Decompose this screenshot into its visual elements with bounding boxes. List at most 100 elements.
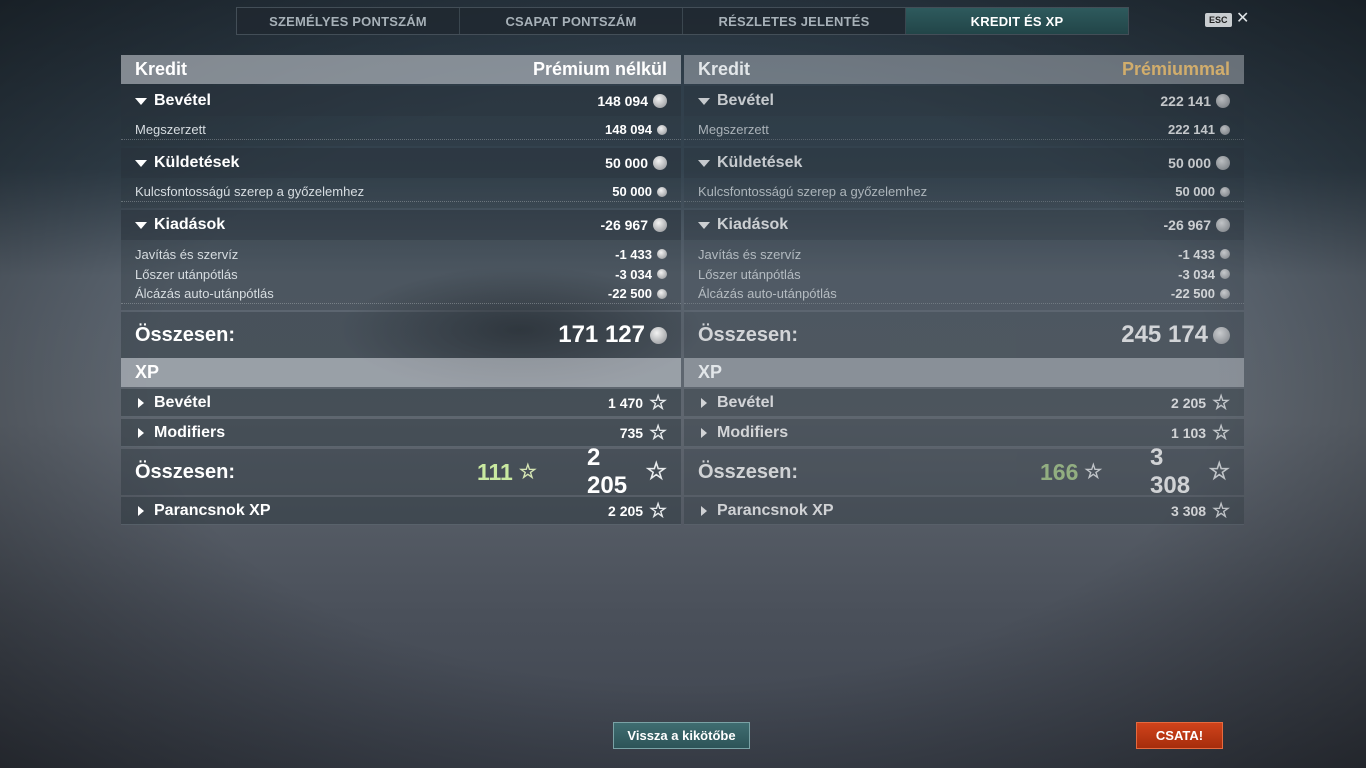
free-xp-value: 111 (477, 458, 513, 485)
section-value: -26 967 (600, 217, 648, 233)
section-expenses[interactable]: Kiadások -26 967 (121, 210, 681, 240)
xp-total: Összesen: 166 ☆ 3 308 ☆ (684, 444, 1244, 499)
section-value: 148 094 (597, 93, 648, 109)
list-item: Álcázás auto-utánpótlás -22 500 (684, 284, 1244, 304)
credit-coin-icon (657, 249, 667, 259)
commander-xp-row[interactable]: Parancsnok XP 3 308 ☆ (684, 497, 1244, 525)
list-item: Javítás és szervíz -1 433 (121, 244, 681, 264)
collapse-arrow-icon (698, 159, 710, 167)
credit-header: Kredit Prémiummal (684, 55, 1244, 84)
panel-without-premium: Kredit Prémium nélkül Bevétel 148 094 Me… (121, 55, 681, 525)
credit-coin-icon (1220, 288, 1230, 299)
list-item: Kulcsfontosságú szerep a győzelemhez 50 … (121, 182, 681, 202)
xp-modifiers-row[interactable]: Modifiers 735 ☆ (121, 419, 681, 447)
credit-coin-icon (1220, 269, 1230, 279)
credit-total: Összesen: 171 127 (121, 312, 681, 358)
tab-team-score[interactable]: CSAPAT PONTSZÁM (460, 8, 683, 34)
section-value: 222 141 (1160, 93, 1211, 109)
expand-arrow-icon (138, 427, 144, 438)
xp-total: Összesen: 111 ☆ 2 205 ☆ (121, 444, 681, 499)
xp-star-icon: ☆ (645, 458, 667, 485)
xp-value: 2 205 (1171, 394, 1207, 411)
list-item: Megszerzett 148 094 (121, 120, 681, 140)
xp-star-icon: ☆ (1212, 499, 1230, 522)
section-missions[interactable]: Küldetések 50 000 (684, 148, 1244, 178)
section-expenses[interactable]: Kiadások -26 967 (684, 210, 1244, 240)
credit-coin-icon (653, 94, 667, 108)
xp-value: 1 470 (608, 394, 644, 411)
xp-value: 1 103 (1171, 424, 1207, 441)
item-value: 50 000 (612, 184, 652, 199)
free-xp-value: 166 (1040, 458, 1079, 485)
expand-arrow-icon (701, 427, 707, 438)
xp-income-row[interactable]: Bevétel 1 470 ☆ (121, 389, 681, 417)
close-icon[interactable]: ✕ (1236, 9, 1249, 29)
esc-key-hint: ESC (1205, 13, 1232, 27)
xp-label: Modifiers (717, 423, 789, 441)
credit-total: Összesen: 245 174 (684, 312, 1244, 358)
xp-label: Parancsnok XP (154, 501, 271, 519)
free-xp-star-icon: ☆ (518, 461, 537, 483)
credit-coin-icon (653, 156, 667, 170)
back-to-port-button[interactable]: Vissza a kikötőbe (613, 722, 750, 749)
xp-total-value: 2 205 (587, 444, 628, 499)
collapse-arrow-icon (698, 221, 710, 229)
xp-star-icon: ☆ (1212, 391, 1230, 414)
section-income[interactable]: Bevétel 222 141 (684, 86, 1244, 116)
section-label: Bevétel (717, 92, 774, 109)
item-value: -3 034 (1178, 266, 1215, 282)
xp-header: XP (684, 358, 1244, 387)
item-value: 50 000 (1175, 184, 1215, 199)
xp-income-row[interactable]: Bevétel 2 205 ☆ (684, 389, 1244, 417)
credit-coin-icon (1216, 94, 1230, 108)
credit-coin-icon (657, 124, 667, 135)
total-label: Összesen: (698, 323, 799, 346)
xp-star-icon: ☆ (649, 499, 667, 522)
collapse-arrow-icon (135, 221, 147, 229)
free-xp-star-icon: ☆ (1084, 461, 1103, 483)
item-value: -3 034 (615, 266, 652, 282)
xp-header: XP (121, 358, 681, 387)
xp-modifiers-row[interactable]: Modifiers 1 103 ☆ (684, 419, 1244, 447)
xp-total-label: Összesen: (135, 460, 236, 483)
credit-coin-icon (1213, 326, 1230, 344)
total-label: Összesen: (135, 323, 236, 346)
list-item: Lőszer utánpótlás -3 034 (684, 264, 1244, 284)
item-label: Lőszer utánpótlás (698, 266, 801, 282)
tab-detailed-report[interactable]: RÉSZLETES JELENTÉS (683, 8, 906, 34)
xp-total-label: Összesen: (698, 460, 799, 483)
item-label: Kulcsfontosságú szerep a győzelemhez (698, 184, 928, 199)
xp-label: Bevétel (717, 393, 774, 411)
item-value: 148 094 (605, 122, 652, 137)
list-item: Kulcsfontosságú szerep a győzelemhez 50 … (684, 182, 1244, 202)
section-label: Küldetések (717, 154, 803, 171)
tab-personal-score[interactable]: SZEMÉLYES PONTSZÁM (237, 8, 460, 34)
xp-value: 735 (619, 424, 644, 441)
item-label: Kulcsfontosságú szerep a győzelemhez (135, 184, 365, 199)
credit-coin-icon (657, 288, 667, 299)
xp-value: 3 308 (1171, 502, 1207, 519)
expand-arrow-icon (701, 505, 707, 516)
xp-star-icon: ☆ (1208, 458, 1230, 485)
item-value: 222 141 (1168, 122, 1215, 137)
section-income[interactable]: Bevétel 148 094 (121, 86, 681, 116)
section-value: -26 967 (1163, 217, 1211, 233)
tab-credits-xp[interactable]: KREDIT ÉS XP (906, 8, 1128, 34)
section-label: Kiadások (717, 216, 789, 233)
item-value: -1 433 (615, 246, 652, 262)
section-value: 50 000 (1168, 155, 1211, 171)
xp-value: 2 205 (608, 502, 644, 519)
credit-coin-icon (657, 269, 667, 279)
xp-label: Parancsnok XP (717, 501, 834, 519)
item-label: Javítás és szervíz (135, 246, 239, 262)
expand-arrow-icon (138, 397, 144, 408)
commander-xp-row[interactable]: Parancsnok XP 2 205 ☆ (121, 497, 681, 525)
credit-title: Kredit (698, 59, 751, 79)
credit-coin-icon (1216, 156, 1230, 170)
xp-total-value: 3 308 (1150, 444, 1191, 499)
battle-button[interactable]: CSATA! (1136, 722, 1223, 749)
credit-coin-icon (1216, 218, 1230, 232)
total-value: 245 174 (1121, 321, 1208, 348)
credit-coin-icon (1220, 186, 1230, 197)
section-missions[interactable]: Küldetések 50 000 (121, 148, 681, 178)
